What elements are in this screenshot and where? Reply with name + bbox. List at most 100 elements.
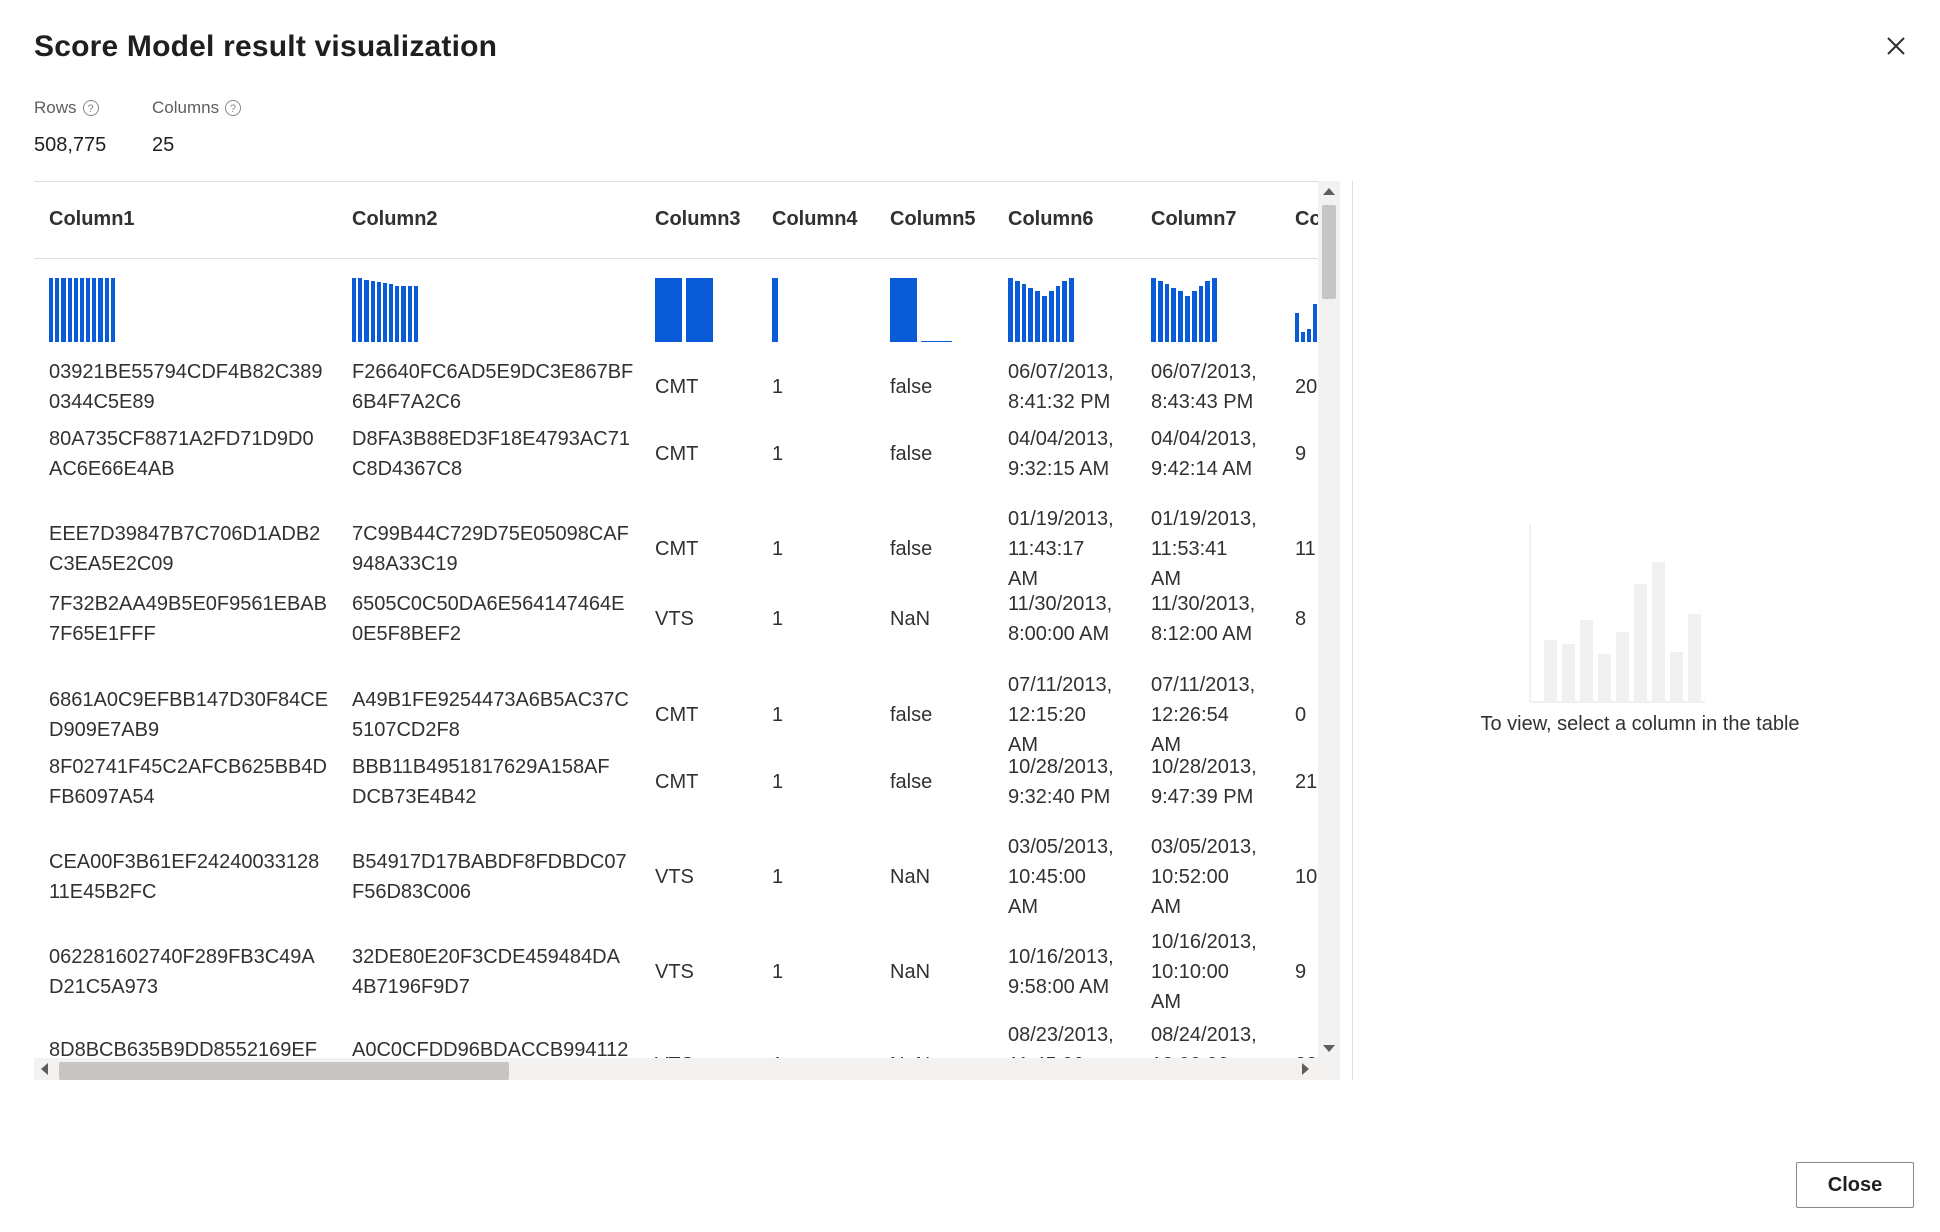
column-header[interactable]: Column4 <box>772 208 858 231</box>
vertical-scrollbar[interactable] <box>1318 181 1340 1058</box>
table-cell[interactable]: 8 <box>1295 604 1306 634</box>
table-cell[interactable]: 10/28/2013, 9:32:40 PM <box>1008 752 1114 812</box>
table-cell[interactable]: CMT <box>655 372 698 402</box>
table-cell[interactable]: 10/28/2013, 9:47:39 PM <box>1151 752 1257 812</box>
scroll-right-icon[interactable] <box>1302 1063 1309 1075</box>
table-cell[interactable]: VTS <box>655 604 694 634</box>
table-cell[interactable]: CMT <box>655 534 698 564</box>
column-histogram[interactable] <box>890 276 952 342</box>
column-histogram[interactable] <box>655 276 717 342</box>
table-cell[interactable]: 07/11/2013, 12:26:54 AM <box>1151 670 1255 760</box>
table-cell[interactable]: 06/07/2013, 8:41:32 PM <box>1008 357 1114 417</box>
table-cell[interactable]: NaN <box>890 957 930 987</box>
histogram-bar <box>407 286 412 342</box>
scroll-left-icon[interactable] <box>41 1063 48 1075</box>
table-header-row: Column1 Column2 Column3 Column4 Column5 Colum… <box>34 182 1321 259</box>
table-cell[interactable]: 03921BE55794CDF4B82C389 0344C5E89 <box>49 357 323 417</box>
scroll-up-icon[interactable] <box>1323 188 1335 195</box>
column-header[interactable]: Column3 <box>655 208 741 231</box>
column-header[interactable]: Column7 <box>1151 208 1237 231</box>
column-histogram[interactable] <box>352 276 420 342</box>
table-cell[interactable]: 6861A0C9EFBB147D30F84CE D909E7AB9 <box>49 685 328 745</box>
table-cell[interactable]: 03/05/2013, 10:52:00 AM <box>1151 832 1257 922</box>
table-cell[interactable]: A49B1FE9254473A6B5AC37C 5107CD2F8 <box>352 685 629 745</box>
table-cell[interactable]: 01/19/2013, 11:53:41 AM <box>1151 504 1257 594</box>
table-cell[interactable]: EEE7D39847B7C706D1ADB2 C3EA5E2C09 <box>49 519 320 579</box>
vertical-scroll-thumb[interactable] <box>1322 205 1336 299</box>
table-cell[interactable]: 1 <box>772 604 783 634</box>
table-cell[interactable]: 8D8BCB635B9DD8552169EF7045DD21DE <box>49 1035 317 1059</box>
table-cell[interactable]: 1 <box>772 767 783 797</box>
table-cell[interactable]: 1 <box>772 534 783 564</box>
table-cell[interactable]: 80A735CF8871A2FD71D9D0 AC6E66E4AB <box>49 424 314 484</box>
table-cell[interactable]: 11/30/2013, 8:12:00 AM <box>1151 589 1255 649</box>
table-cell[interactable]: false <box>890 534 932 564</box>
column-header[interactable]: Column5 <box>890 208 976 231</box>
table-cell[interactable]: A0C0CFDD96BDACCB9941123154557E00 <box>352 1035 628 1059</box>
table-cell[interactable]: 10/16/2013, 9:58:00 AM <box>1008 942 1114 1002</box>
close-icon[interactable] <box>1882 32 1910 60</box>
table-cell[interactable]: 0 <box>1295 700 1306 730</box>
table-cell[interactable]: 7F32B2AA49B5E0F9561EBAB 7F65E1FFF <box>49 589 327 649</box>
table-cell[interactable]: 07/11/2013, 12:15:20 AM <box>1008 670 1112 760</box>
column-histogram[interactable] <box>49 276 117 342</box>
table-cell[interactable]: VTS <box>655 957 694 987</box>
horizontal-scroll-thumb[interactable] <box>59 1062 509 1080</box>
table-cell[interactable]: 1 <box>772 372 783 402</box>
scroll-down-icon[interactable] <box>1323 1045 1335 1052</box>
table-cell[interactable]: 062281602740F289FB3C49A D21C5A973 <box>49 942 315 1002</box>
table-cell[interactable]: 11/30/2013, 8:00:00 AM <box>1008 589 1112 649</box>
table-cell[interactable]: 8F02741F45C2AFCB625BB4D FB6097A54 <box>49 752 327 812</box>
table-cell[interactable]: 1 <box>772 862 783 892</box>
data-table[interactable]: Column1 Column2 Column3 Column4 Column5 Colum… <box>34 181 1321 1059</box>
column-histogram[interactable] <box>1008 276 1076 342</box>
table-cell[interactable]: 10/16/2013, 10:10:00 AM <box>1151 927 1257 1017</box>
table-cell[interactable]: 04/04/2013, 9:42:14 AM <box>1151 424 1257 484</box>
close-button[interactable]: Close <box>1796 1162 1914 1208</box>
help-icon[interactable]: ? <box>82 100 99 116</box>
table-cell[interactable]: CMT <box>655 767 698 797</box>
table-cell[interactable]: CMT <box>655 700 698 730</box>
table-cell[interactable]: 6505C0C50DA6E564147464E 0E5F8BEF2 <box>352 589 624 649</box>
table-cell[interactable]: CMT <box>655 439 698 469</box>
column-header[interactable]: Column2 <box>352 208 438 231</box>
histogram-bar <box>890 278 917 342</box>
table-cell[interactable]: D8FA3B88ED3F18E4793AC71 C8D4367C8 <box>352 424 630 484</box>
table-cell[interactable]: 06/07/2013, 8:43:43 PM <box>1151 357 1257 417</box>
table-cell[interactable]: 08/23/2013,11:45:00AM <box>1008 1020 1114 1059</box>
table-cell[interactable]: 21 <box>1295 767 1317 797</box>
table-cell[interactable]: 04/04/2013, 9:32:15 AM <box>1008 424 1114 484</box>
column-header[interactable]: Column6 <box>1008 208 1094 231</box>
table-cell[interactable]: 9 <box>1295 439 1306 469</box>
table-cell[interactable]: false <box>890 700 932 730</box>
table-cell[interactable]: BBB11B4951817629A158AF DCB73E4B42 <box>352 752 610 812</box>
column-histogram[interactable] <box>772 276 778 342</box>
table-cell[interactable]: B54917D17BABDF8FDBDC07 F56D83C006 <box>352 847 627 907</box>
table-cell[interactable]: CEA00F3B61EF24240033128 11E45B2FC <box>49 847 319 907</box>
table-cell[interactable]: NaN <box>890 604 930 634</box>
table-cell[interactable]: 03/05/2013, 10:45:00 AM <box>1008 832 1114 922</box>
table-cell[interactable]: 7C99B44C729D75E05098CAF 948A33C19 <box>352 519 629 579</box>
table-cell[interactable]: NaN <box>890 862 930 892</box>
table-cell[interactable]: false <box>890 767 932 797</box>
horizontal-scrollbar[interactable] <box>34 1058 1340 1080</box>
table-cell[interactable]: 08/24/2013,12:00:00AM <box>1151 1020 1257 1059</box>
table-cell[interactable]: F26640FC6AD5E9DC3E867BF 6B4F7A2C6 <box>352 357 633 417</box>
column-histogram[interactable] <box>1151 276 1219 342</box>
table-cell[interactable]: 10 <box>1295 862 1317 892</box>
help-icon[interactable]: ? <box>225 100 242 116</box>
table-cell[interactable]: 9 <box>1295 957 1306 987</box>
table-cell[interactable]: 1 <box>772 957 783 987</box>
table-cell[interactable]: 20 <box>1295 372 1317 402</box>
histogram-bar <box>79 278 85 342</box>
column-header[interactable]: Column1 <box>49 208 135 231</box>
table-cell[interactable]: 1 <box>772 439 783 469</box>
table-cell[interactable]: false <box>890 372 932 402</box>
table-cell[interactable]: 11 <box>1295 534 1316 564</box>
histogram-bar <box>1295 313 1299 342</box>
table-cell[interactable]: 1 <box>772 700 783 730</box>
table-cell[interactable]: false <box>890 439 932 469</box>
table-cell[interactable]: 32DE80E20F3CDE459484DA 4B7196F9D7 <box>352 942 620 1002</box>
table-cell[interactable]: VTS <box>655 862 694 892</box>
table-cell[interactable]: 01/19/2013, 11:43:17 AM <box>1008 504 1114 594</box>
